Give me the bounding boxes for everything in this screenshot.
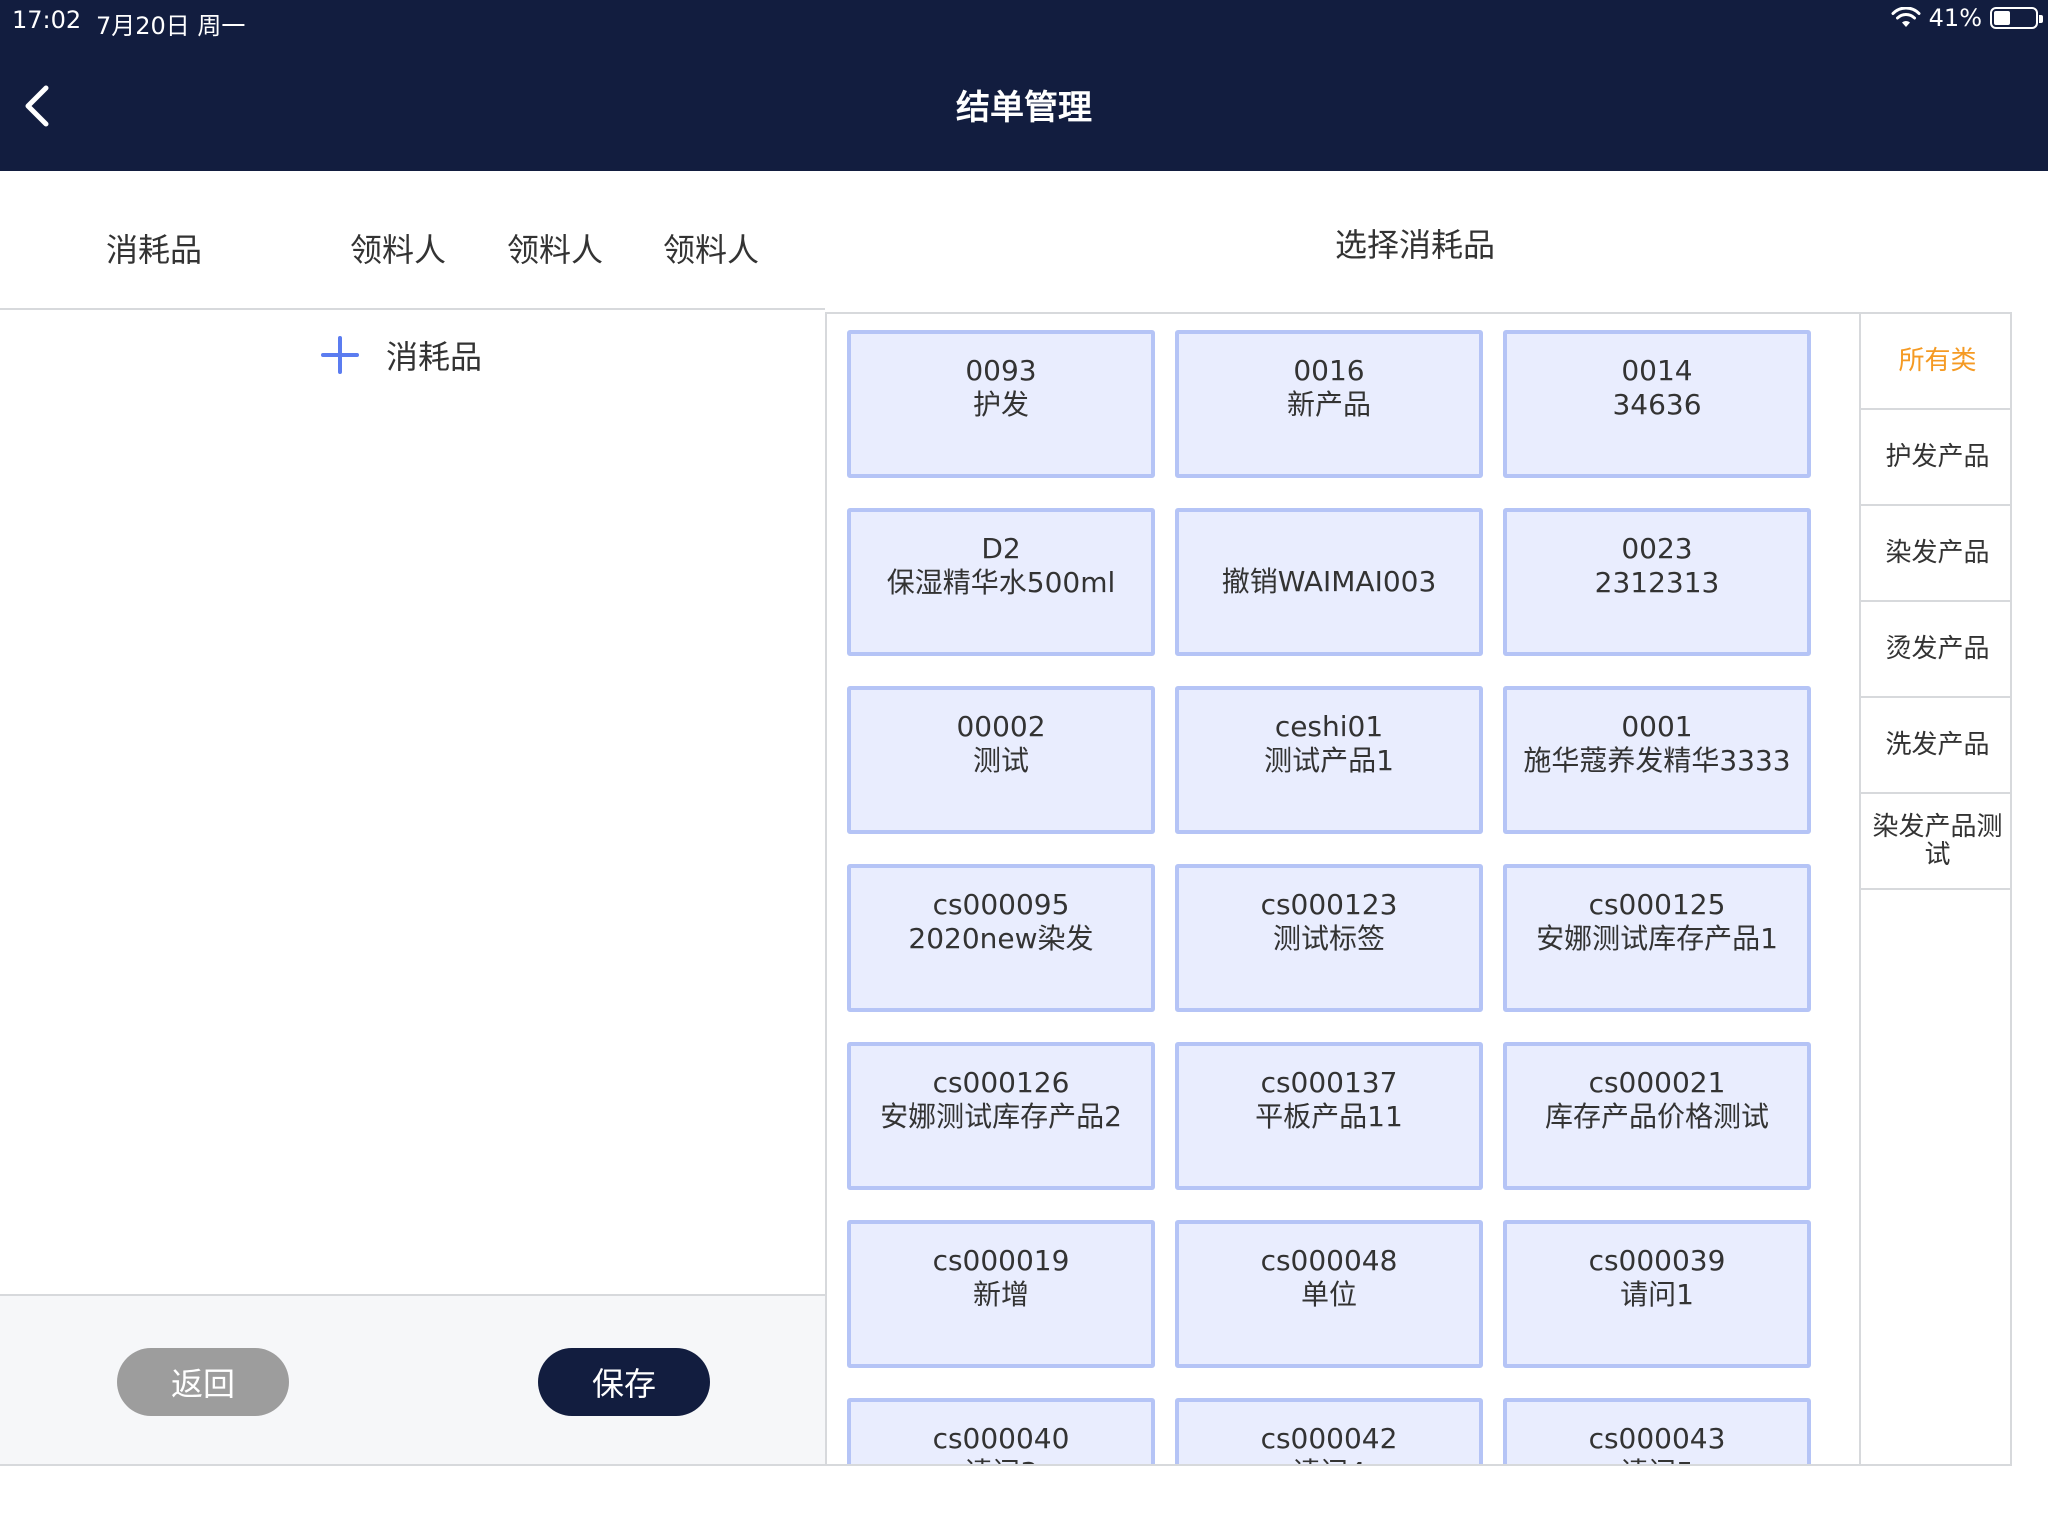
header-recipient-1: 领料人: [350, 231, 447, 269]
tile-name: 请问3: [964, 1456, 1038, 1464]
status-right: 41%: [1891, 4, 2043, 32]
category-item[interactable]: 洗发产品: [1861, 698, 2010, 794]
add-consumable-button[interactable]: 消耗品: [320, 332, 482, 378]
consumable-tile[interactable]: 0001 施华蔻养发精华3333: [1503, 686, 1811, 834]
left-header: 消耗品 领料人 领料人 领料人: [0, 171, 825, 310]
add-consumable-label: 消耗品: [386, 338, 483, 376]
tile-name: 请问1: [1620, 1278, 1694, 1311]
top-bar: 17:02 7月20日 周一 41% 结单管理: [0, 0, 2048, 171]
battery-icon: [1990, 7, 2043, 29]
tile-code: cs000126: [932, 1066, 1070, 1099]
category-item[interactable]: 染发产品测试: [1861, 794, 2010, 890]
consumable-tile[interactable]: cs000042请问4: [1175, 1398, 1483, 1464]
tile-code: cs000039: [1588, 1244, 1726, 1277]
tile-code: cs000125: [1588, 888, 1726, 921]
tile-name: 撤销WAIMAI003: [1221, 565, 1437, 598]
category-item[interactable]: 所有类: [1861, 314, 2010, 410]
tile-code: cs000040: [932, 1422, 1070, 1455]
consumable-tile[interactable]: cs000095 2020new染发: [847, 864, 1155, 1012]
tile-name: 施华蔻养发精华3333: [1523, 744, 1791, 777]
tile-name: 安娜测试库存产品1: [1536, 922, 1778, 955]
header-recipient-2: 领料人: [507, 231, 604, 269]
tile-name: 新产品: [1286, 388, 1371, 421]
consumable-tile[interactable]: cs000125 安娜测试库存产品1: [1503, 864, 1811, 1012]
consumable-tile[interactable]: cs000137 平板产品11: [1175, 1042, 1483, 1190]
tile-code: cs000019: [932, 1244, 1070, 1277]
tile-code: 0093: [965, 354, 1037, 387]
consumable-tile[interactable]: cs000048 单位: [1175, 1220, 1483, 1368]
battery-percent: 41%: [1928, 4, 1982, 32]
consumable-tile[interactable]: 撤销WAIMAI003: [1175, 508, 1483, 656]
tile-name: 库存产品价格测试: [1544, 1100, 1769, 1133]
tile-code: cs000123: [1260, 888, 1398, 921]
header-recipient-3: 领料人: [663, 231, 760, 269]
consumable-tile[interactable]: 0014 34636: [1503, 330, 1811, 478]
tile-name: 护发: [972, 388, 1029, 421]
tile-name: 测试产品1: [1264, 744, 1394, 777]
consumable-panel: 0093 护发 0016 新产品 0014 34636 D2 保湿精华水500ml 撤销WAIM…: [825, 312, 2012, 1466]
category-item[interactable]: 染发产品: [1861, 506, 2010, 602]
battery-fill: [1994, 11, 2010, 25]
consumable-tile[interactable]: 0016 新产品: [1175, 330, 1483, 478]
left-footer: 返回 保存: [0, 1294, 825, 1466]
tile-code: 0001: [1621, 710, 1693, 743]
tile-name: 平板产品11: [1255, 1100, 1403, 1133]
consumable-tile[interactable]: cs000040请问3: [847, 1398, 1155, 1464]
consumable-tile[interactable]: 00002 测试: [847, 686, 1155, 834]
tile-code: cs000137: [1260, 1066, 1398, 1099]
consumable-tile[interactable]: cs000126 安娜测试库存产品2: [847, 1042, 1155, 1190]
consumable-grid: 0093 护发 0016 新产品 0014 34636 D2 保湿精华水500ml 撤销WAIM…: [847, 330, 1879, 1464]
consumable-tile[interactable]: cs000021 库存产品价格测试: [1503, 1042, 1811, 1190]
wifi-icon: [1891, 7, 1921, 27]
tile-name: 请问4: [1292, 1456, 1366, 1464]
category-item[interactable]: 护发产品: [1861, 410, 2010, 506]
tile-name: 测试标签: [1272, 922, 1385, 955]
tile-name: 测试: [972, 744, 1029, 777]
tile-code: 0014: [1621, 354, 1693, 387]
tile-code: 00002: [956, 710, 1046, 743]
select-consumable-title: 选择消耗品: [1334, 226, 1495, 264]
tile-code: 0023: [1621, 532, 1693, 565]
status-time: 17:02: [12, 6, 82, 34]
tile-name: 请问5: [1620, 1456, 1694, 1464]
header-consumable: 消耗品: [106, 231, 203, 269]
status-date: 7月20日 周一: [96, 12, 246, 40]
return-button[interactable]: 返回: [117, 1348, 289, 1416]
tile-code: 0016: [1293, 354, 1365, 387]
consumable-tile[interactable]: cs000019 新增: [847, 1220, 1155, 1368]
consumable-tile[interactable]: cs000043请问5: [1503, 1398, 1811, 1464]
tile-code: D2: [981, 532, 1021, 565]
category-item[interactable]: 烫发产品: [1861, 602, 2010, 698]
tile-code: cs000021: [1588, 1066, 1726, 1099]
tile-name: 单位: [1300, 1278, 1357, 1311]
consumable-tile[interactable]: ceshi01 测试产品1: [1175, 686, 1483, 834]
tile-name: 安娜测试库存产品2: [880, 1100, 1122, 1133]
status-bar: 17:02 7月20日 周一 41%: [0, 0, 2048, 40]
tile-name: 保湿精华水500ml: [886, 566, 1116, 599]
tile-code: cs000048: [1260, 1244, 1398, 1277]
save-button[interactable]: 保存: [538, 1348, 710, 1416]
page-title: 结单管理: [956, 88, 1092, 128]
tile-name: 34636: [1612, 388, 1702, 421]
tile-name: 新增: [972, 1278, 1029, 1311]
category-list: 所有类 护发产品 染发产品 烫发产品 洗发产品 染发产品测试: [1859, 314, 2010, 1464]
consumable-tile[interactable]: cs000039 请问1: [1503, 1220, 1811, 1368]
tile-name: 2312313: [1594, 566, 1720, 599]
consumable-tile[interactable]: 0023 2312313: [1503, 508, 1811, 656]
tile-code: cs000042: [1260, 1422, 1398, 1455]
tile-code: cs000095: [932, 888, 1070, 921]
tile-code: cs000043: [1588, 1422, 1726, 1455]
consumable-tile[interactable]: D2 保湿精华水500ml: [847, 508, 1155, 656]
tile-name: 2020new染发: [908, 922, 1094, 955]
plus-icon: [321, 336, 359, 374]
consumable-tile[interactable]: 0093 护发: [847, 330, 1155, 478]
consumable-tile[interactable]: cs000123 测试标签: [1175, 864, 1483, 1012]
battery-nub: [2039, 15, 2043, 23]
tile-code: ceshi01: [1274, 710, 1384, 743]
